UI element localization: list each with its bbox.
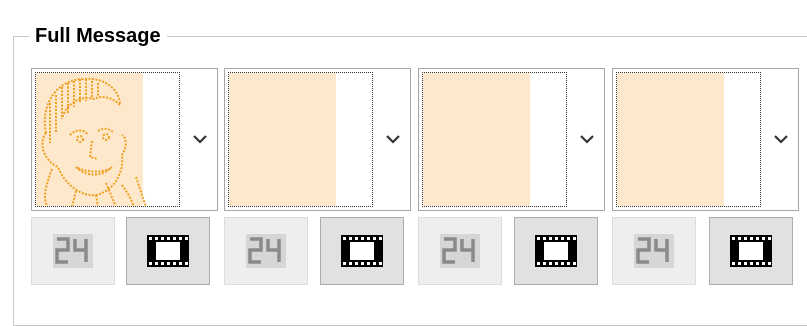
- chevron-down-icon[interactable]: [579, 133, 595, 145]
- image-select-3[interactable]: [418, 68, 605, 211]
- counter-button-4[interactable]: [612, 217, 696, 285]
- image-select-2[interactable]: [224, 68, 411, 211]
- digit-24-icon: [53, 234, 93, 268]
- counter-button-2[interactable]: [224, 217, 308, 285]
- film-strip-icon: [147, 235, 189, 267]
- image-preview-1: [35, 72, 180, 207]
- animation-button-3[interactable]: [514, 217, 598, 285]
- preview-area-3: [423, 73, 530, 206]
- chevron-down-icon[interactable]: [192, 133, 208, 145]
- preview-area-4: [617, 73, 724, 206]
- image-preview-3: [422, 72, 567, 207]
- chevron-down-icon[interactable]: [773, 133, 789, 145]
- chevron-down-icon[interactable]: [385, 133, 401, 145]
- caricature-face-icon: [41, 77, 147, 206]
- film-strip-icon: [730, 235, 772, 267]
- preview-area-2: [229, 73, 336, 206]
- image-preview-4: [616, 72, 761, 207]
- image-select-4[interactable]: [612, 68, 799, 211]
- image-preview-2: [228, 72, 373, 207]
- group-title: Full Message: [29, 24, 167, 48]
- digit-24-icon: [634, 234, 674, 268]
- animation-button-2[interactable]: [320, 217, 404, 285]
- animation-button-1[interactable]: [126, 217, 210, 285]
- film-strip-icon: [535, 235, 577, 267]
- counter-button-1[interactable]: [31, 217, 115, 285]
- animation-button-4[interactable]: [709, 217, 793, 285]
- digit-24-icon: [246, 234, 286, 268]
- digit-24-icon: [440, 234, 480, 268]
- image-select-1[interactable]: [31, 68, 218, 211]
- counter-button-3[interactable]: [418, 217, 502, 285]
- film-strip-icon: [341, 235, 383, 267]
